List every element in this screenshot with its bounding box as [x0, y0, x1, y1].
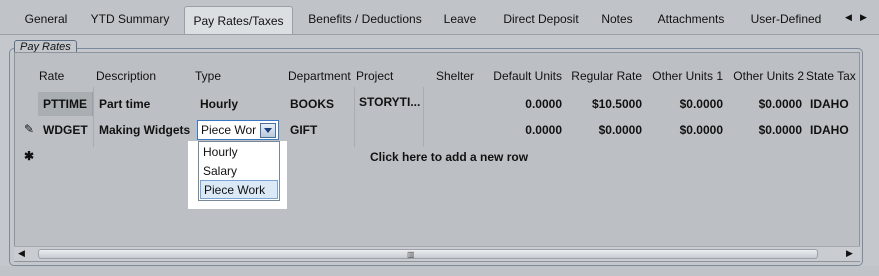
header-other-units-1[interactable]: Other Units 1	[645, 69, 723, 83]
row1-description[interactable]: Part time	[99, 97, 150, 111]
grip-icon: ▥	[407, 250, 415, 259]
tab-benefits-deductions[interactable]: Benefits / Deductions	[302, 6, 428, 32]
row2-rate[interactable]: WDGET	[43, 123, 88, 137]
header-regular-rate[interactable]: Regular Rate	[565, 69, 642, 83]
tab-leave[interactable]: Leave	[436, 6, 484, 32]
header-type[interactable]: Type	[195, 69, 221, 83]
type-dropdown-list: Hourly Salary Piece Work	[198, 141, 280, 201]
add-new-row-link[interactable]: Click here to add a new row	[370, 150, 528, 164]
tab-user-defined[interactable]: User-Defined	[744, 6, 828, 32]
option-salary[interactable]: Salary	[200, 162, 278, 181]
row1-other-units-1[interactable]: $0.0000	[645, 97, 723, 111]
row1-other-units-2[interactable]: $0.0000	[726, 97, 802, 111]
chevron-down-icon[interactable]	[260, 123, 276, 138]
row2-other-units-1[interactable]: $0.0000	[645, 123, 723, 137]
bottom-toolbar-edge	[0, 266, 879, 276]
row2-other-units-2[interactable]: $0.0000	[726, 123, 802, 137]
header-rate[interactable]: Rate	[39, 69, 64, 83]
scroll-right-icon[interactable]: ▶	[846, 248, 853, 259]
type-combobox-value: Piece Wor	[201, 123, 257, 137]
tab-pay-rates-taxes[interactable]: Pay Rates/Taxes	[184, 6, 293, 35]
row2-department[interactable]: GIFT	[290, 123, 317, 137]
tab-strip: General YTD Summary Pay Rates/Taxes Bene…	[0, 0, 879, 36]
header-project[interactable]: Project	[356, 69, 393, 83]
tab-notes[interactable]: Notes	[594, 6, 640, 32]
type-combobox[interactable]: Piece Wor	[197, 120, 279, 140]
row1-rate[interactable]: PTTIME	[43, 97, 87, 111]
row2-default-units[interactable]: 0.0000	[487, 123, 562, 137]
option-piece-work[interactable]: Piece Work	[200, 180, 278, 199]
pay-rates-grid[interactable]: Rate Description Type Department Project…	[14, 52, 860, 262]
tab-general[interactable]: General	[14, 6, 78, 32]
horizontal-scrollbar[interactable]: ◀ ▥ ▶	[14, 246, 860, 261]
row2-description[interactable]: Making Widgets	[99, 123, 190, 137]
header-other-units-2[interactable]: Other Units 2	[726, 69, 804, 83]
row2-regular-rate[interactable]: $0.0000	[565, 123, 642, 137]
column-divider	[93, 87, 94, 147]
row2-state-tax[interactable]: IDAHO	[810, 123, 849, 137]
tab-attachments[interactable]: Attachments	[650, 6, 732, 32]
tab-ytd-summary[interactable]: YTD Summary	[86, 6, 174, 32]
column-divider	[423, 87, 424, 147]
header-default-units[interactable]: Default Units	[487, 69, 562, 83]
option-hourly[interactable]: Hourly	[200, 143, 278, 162]
tab-direct-deposit[interactable]: Direct Deposit	[494, 6, 588, 32]
pencil-icon: ✎	[24, 122, 35, 136]
row1-state-tax[interactable]: IDAHO	[810, 97, 849, 111]
row1-department[interactable]: BOOKS	[290, 97, 334, 111]
header-shelter[interactable]: Shelter	[436, 69, 474, 83]
scroll-left-icon[interactable]: ◀	[18, 248, 25, 259]
header-description[interactable]: Description	[96, 69, 156, 83]
row1-project[interactable]: STORYTI...	[359, 95, 420, 109]
header-department[interactable]: Department	[288, 69, 351, 83]
row1-regular-rate[interactable]: $10.5000	[565, 97, 642, 111]
arrow-left-icon[interactable]: ◀	[845, 12, 852, 23]
row1-default-units[interactable]: 0.0000	[487, 97, 562, 111]
header-state-tax[interactable]: State Tax	[806, 69, 856, 83]
row1-type[interactable]: Hourly	[200, 97, 238, 111]
asterisk-icon: ✱	[24, 149, 35, 163]
scrollbar-thumb[interactable]: ▥	[38, 249, 818, 259]
arrow-right-icon[interactable]: ▶	[860, 12, 867, 23]
column-divider	[354, 87, 355, 147]
